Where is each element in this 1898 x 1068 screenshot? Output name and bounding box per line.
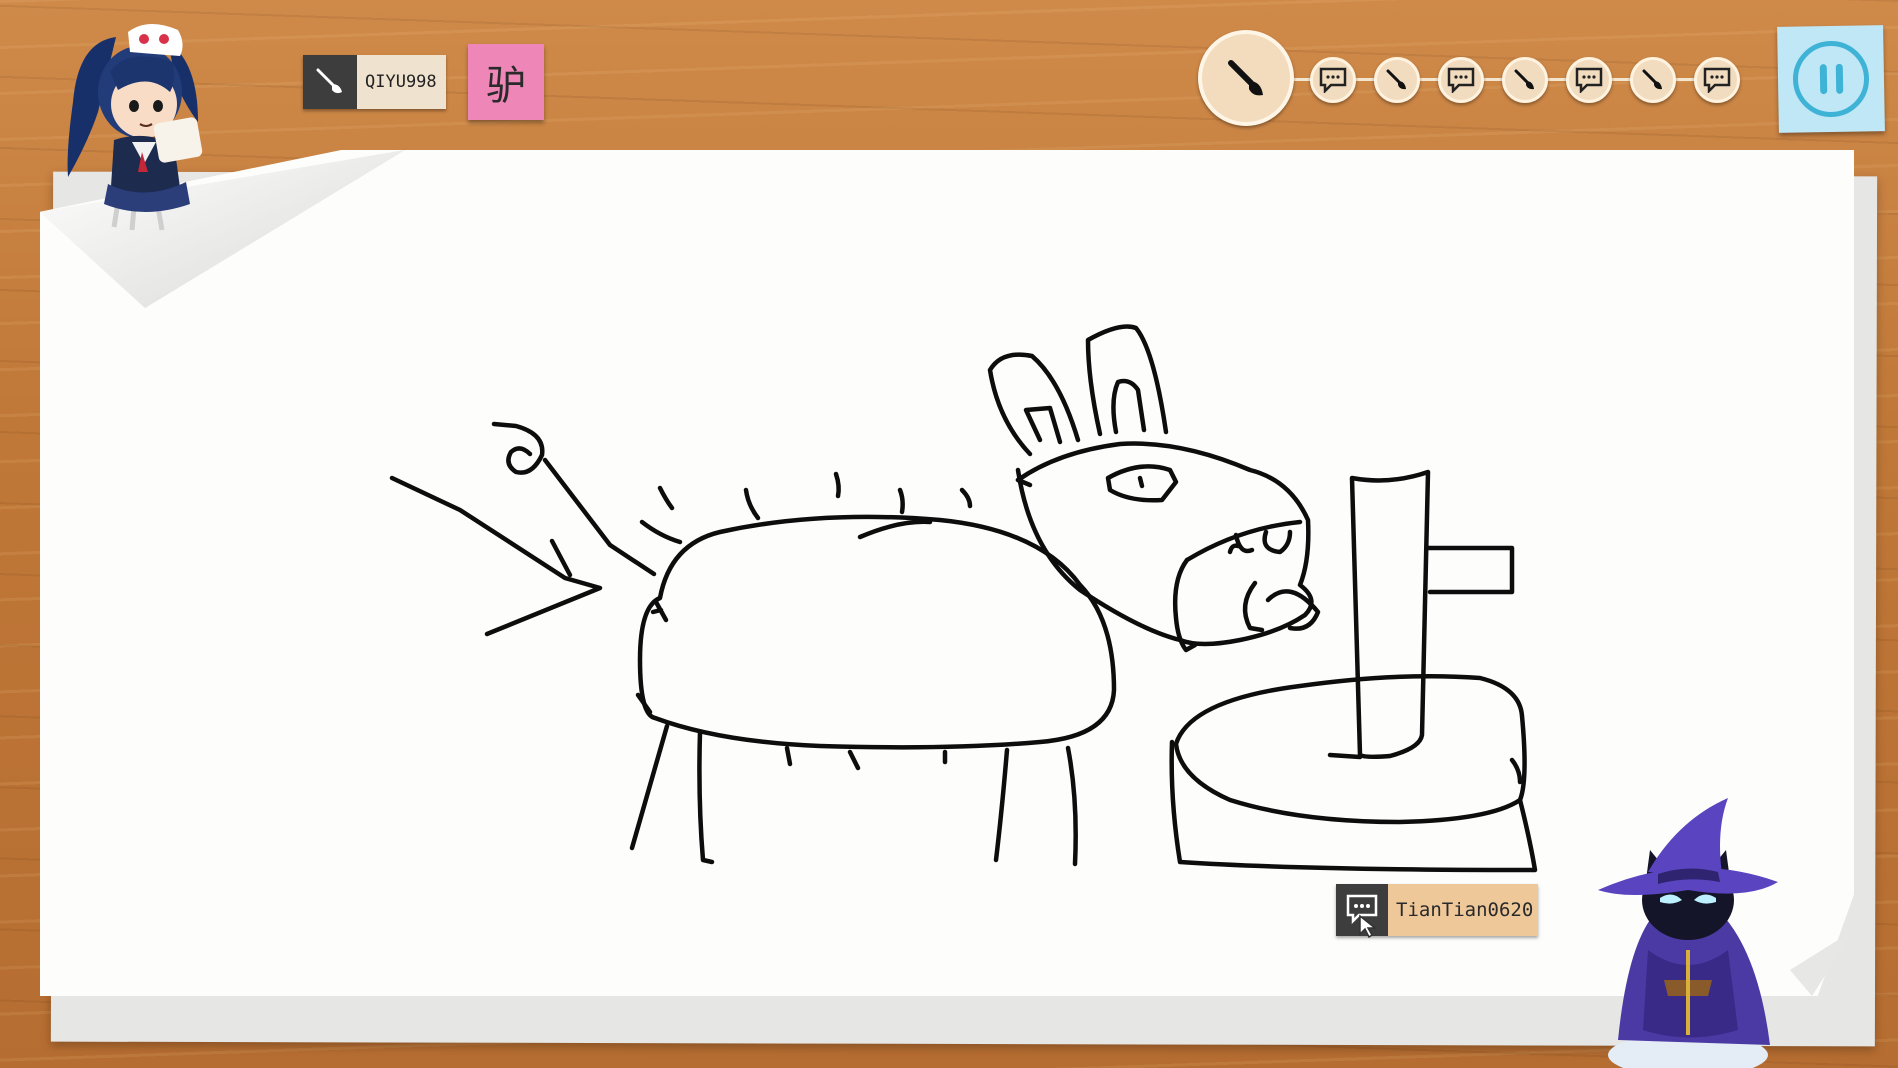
chat-icon bbox=[1319, 67, 1347, 93]
turn-progress-track bbox=[1196, 26, 1756, 130]
drawer-name-badge: QIYU998 bbox=[303, 55, 446, 109]
turn-step-chat bbox=[1310, 57, 1356, 103]
brush-icon bbox=[1228, 60, 1263, 96]
turn-step-brush bbox=[1630, 57, 1676, 103]
guesser-name-tag: TianTian0620 bbox=[1336, 884, 1538, 938]
turn-step-brush bbox=[1502, 57, 1548, 103]
pause-icon bbox=[1792, 40, 1870, 118]
paper-curl-bottom-right bbox=[1790, 930, 1854, 996]
brush-icon bbox=[1514, 69, 1534, 90]
turn-step-chat bbox=[1438, 57, 1484, 103]
chat-icon bbox=[1336, 884, 1388, 938]
secret-word: 驴 bbox=[486, 63, 526, 109]
turn-step-chat bbox=[1694, 57, 1740, 103]
guesser-avatar bbox=[1598, 798, 1778, 1068]
chat-icon bbox=[1703, 67, 1731, 93]
chat-icon bbox=[1447, 67, 1475, 93]
brush-icon bbox=[303, 55, 357, 109]
brush-icon bbox=[1642, 69, 1662, 90]
guesser-name: TianTian0620 bbox=[1388, 884, 1538, 936]
turn-step-brush bbox=[1374, 57, 1420, 103]
chat-icon bbox=[1575, 67, 1603, 93]
cursor-icon bbox=[1359, 914, 1378, 938]
drawer-avatar bbox=[67, 23, 203, 231]
turn-step-current-brush bbox=[1198, 30, 1294, 126]
pause-button[interactable] bbox=[1777, 25, 1885, 133]
secret-word-card: 驴 bbox=[468, 44, 544, 120]
brush-icon bbox=[1386, 69, 1406, 90]
turn-step-chat bbox=[1566, 57, 1612, 103]
drawer-name: QIYU998 bbox=[357, 55, 446, 109]
